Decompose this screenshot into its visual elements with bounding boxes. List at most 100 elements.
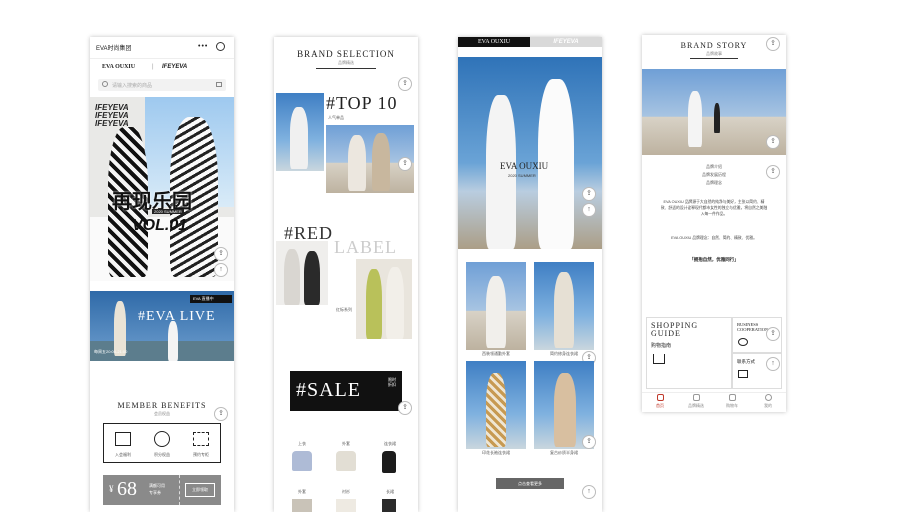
product-item[interactable]: [336, 451, 356, 471]
live-banner[interactable]: EVA 直播中 #EVA LIVE 每周五20:00-21:00: [90, 291, 234, 361]
view-more-button[interactable]: 点击查看更多: [496, 478, 564, 489]
red-label-title-2: LABEL: [334, 237, 397, 257]
shopping-guide-card[interactable]: SHOPPING GUIDE 购物指南: [646, 317, 732, 389]
top10-title: #TOP 10: [326, 93, 398, 113]
brand-tab-eva-ouxiu[interactable]: EVA OUXIU: [102, 64, 135, 70]
product-photo-3[interactable]: [466, 361, 526, 449]
calendar-icon: [193, 432, 209, 446]
hero-brand-stack: IFEYEVA IFEYEVA IFEYEVA: [95, 103, 129, 128]
cart-icon: [728, 394, 736, 401]
share-float-icon[interactable]: ⇪: [582, 435, 596, 449]
benefit-item[interactable]: 预约专柜: [182, 424, 220, 461]
user-icon: [764, 394, 772, 401]
top-float-icon[interactable]: ↑: [582, 203, 596, 217]
story-paragraph: EVA OUXIU 品牌理念：自然、简约、精致、优雅。: [671, 236, 757, 240]
benefit-item[interactable]: 积分权益: [143, 424, 181, 461]
product-caption: 复古纱质半身裙: [550, 450, 578, 455]
coupon-currency: ¥: [109, 484, 114, 494]
share-float-icon[interactable]: ⇪: [766, 37, 780, 51]
share-float-icon[interactable]: ⇪: [214, 407, 228, 421]
title-underline: [316, 68, 376, 69]
top-float-icon[interactable]: ↑: [214, 263, 228, 277]
product-item[interactable]: [382, 451, 396, 473]
story-quote: 「拥抱自然，优雅同行」: [689, 257, 739, 262]
product-caption: 西装领通勤外套: [482, 351, 510, 356]
product-photo-2[interactable]: [534, 262, 594, 350]
nav-home[interactable]: 首页: [642, 394, 678, 409]
guide-cn: 购物指南: [651, 343, 672, 349]
sale-side-label: 限时折扣: [388, 377, 396, 387]
model-figure: [486, 95, 516, 249]
top-float-icon[interactable]: ↑: [766, 357, 780, 371]
share-float-icon[interactable]: ⇪: [766, 135, 780, 149]
cart-icon: [653, 354, 665, 364]
story-list-item[interactable]: 品牌介绍: [642, 163, 786, 171]
top10-photo-1[interactable]: [276, 93, 324, 171]
live-tag: EVA 直播中: [190, 295, 232, 303]
product-label: 连衣裙: [384, 441, 396, 446]
live-title: #EVA LIVE: [138, 309, 216, 324]
red-label-photo-2[interactable]: [356, 259, 412, 339]
benefits-box: 入会福利 积分权益 预约专柜: [103, 423, 221, 463]
model-figure: [168, 321, 178, 361]
page-subtitle: 品牌精选: [338, 60, 354, 65]
tab-eva-ouxiu[interactable]: EVA OUXIU: [458, 37, 530, 47]
coupon-value: 68: [117, 478, 137, 500]
search-input[interactable]: 请输入搜索的商品: [112, 82, 152, 89]
grid-icon: [692, 394, 700, 401]
share-float-icon[interactable]: ⇪: [766, 165, 780, 179]
top-float-icon[interactable]: ↑: [582, 485, 596, 499]
brand-tab-ifeyeva[interactable]: IFEYEVA: [162, 64, 187, 70]
benefit-item[interactable]: 入会福利: [104, 424, 142, 461]
close-mini-program-icon[interactable]: [216, 42, 225, 51]
app-title: EVA时尚集团: [96, 46, 132, 52]
story-paragraph: EVA OUXIU 品牌源于大自然的纯净与美好，主张以简约、精致、舒适的设计诠释…: [660, 200, 768, 216]
story-list-item[interactable]: 品牌发展历程: [642, 171, 786, 179]
story-list-item[interactable]: 品牌理念: [642, 179, 786, 187]
search-bar[interactable]: 请输入搜索的商品: [98, 79, 226, 91]
product-item[interactable]: [336, 499, 356, 512]
product-item[interactable]: [292, 451, 312, 471]
share-float-icon[interactable]: ⇪: [398, 157, 412, 171]
nav-brand[interactable]: 品牌精选: [678, 394, 714, 409]
red-label-photo-1[interactable]: [276, 241, 328, 305]
sale-banner[interactable]: #SALE 限时折扣: [290, 371, 402, 411]
story-photo: [642, 69, 786, 155]
hero-vol: VOL.01: [132, 217, 188, 234]
live-time: 每周五20:00-21:00: [94, 349, 128, 354]
tab-ifeyeva[interactable]: IFEYEVA: [530, 37, 602, 47]
search-icon: [102, 81, 108, 87]
top10-sub: 人气单品: [328, 115, 344, 120]
page-title: BRAND SELECTION: [297, 49, 395, 59]
brand-hero[interactable]: EVA OUXIU 2020 SUMMER: [458, 57, 602, 249]
screen-home: EVA时尚集团 ••• EVA OUXIU | IFEYEVA 请输入搜索的商品…: [90, 37, 234, 512]
product-label: 长裙: [386, 489, 394, 494]
business-title: BUSINESS COOPERATION: [737, 322, 769, 332]
scan-icon[interactable]: [216, 82, 222, 87]
product-item[interactable]: [382, 499, 396, 512]
nav-profile[interactable]: 我的: [750, 394, 786, 409]
menu-dots-icon[interactable]: •••: [198, 43, 208, 50]
nav-cart[interactable]: 购物车: [714, 394, 750, 409]
gift-icon: [115, 432, 131, 446]
share-float-icon[interactable]: ⇪: [766, 327, 780, 341]
share-float-icon[interactable]: ⇪: [582, 187, 596, 201]
share-float-icon[interactable]: ⇪: [398, 401, 412, 415]
model-figure: [114, 301, 126, 356]
share-float-icon[interactable]: ⇪: [214, 247, 228, 261]
coupon-claim-button[interactable]: 立即领取: [185, 483, 215, 497]
share-float-icon[interactable]: ⇪: [398, 77, 412, 91]
member-title: MEMBER BENEFITS: [117, 401, 207, 410]
product-label: 上衣: [298, 441, 306, 446]
screen-brand-selection: BRAND SELECTION 品牌精选 ⇪ #TOP 10 人气单品 ⇪ #R…: [274, 37, 418, 512]
benefit-label: 预约专柜: [193, 452, 209, 457]
coupon-card[interactable]: ¥ 68 满额可用 专享券 立即领取: [103, 475, 221, 505]
coupon-desc: 专享券: [149, 490, 161, 495]
member-subtitle: 会员权益: [154, 411, 170, 416]
hero-brand: EVA OUXIU: [500, 161, 549, 171]
product-caption: 印花长袖连衣裙: [482, 450, 510, 455]
product-photo-1[interactable]: [466, 262, 526, 350]
coupon-desc: 满额可用: [149, 483, 165, 488]
hero-banner[interactable]: IFEYEVA IFEYEVA IFEYEVA 再现乐园 2020 SUMMER…: [90, 97, 234, 281]
product-item[interactable]: [292, 499, 312, 512]
